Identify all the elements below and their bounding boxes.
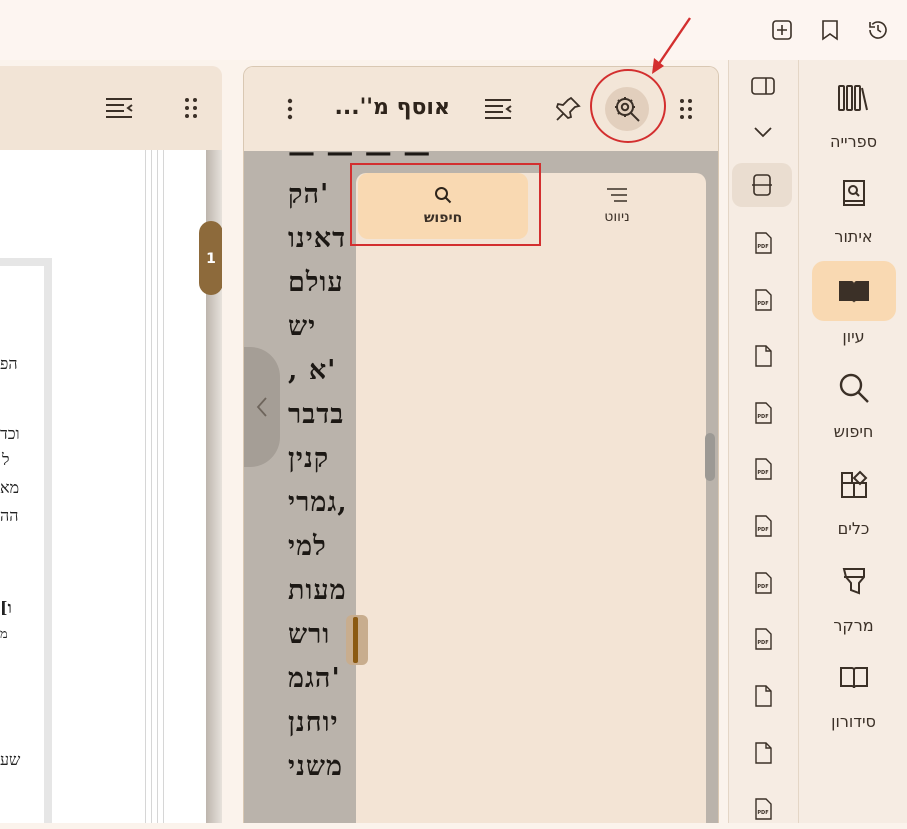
nav-find[interactable]: איתור	[799, 165, 907, 251]
marker-icon	[826, 554, 882, 610]
tab-navigation[interactable]: ניווט	[532, 173, 702, 239]
text-line: ורש	[288, 619, 331, 650]
highlight-circle	[590, 69, 666, 143]
add-tab-icon[interactable]	[770, 18, 794, 42]
toc-icon[interactable]	[104, 96, 134, 124]
pdf-file-icon[interactable]: PDF	[743, 506, 783, 546]
highlight-box	[350, 163, 541, 246]
text-fragment: הפ	[0, 354, 18, 373]
split-view-icon[interactable]	[732, 163, 792, 207]
text-line: למי	[288, 531, 327, 562]
text-line: משני	[288, 751, 343, 782]
find-book-icon	[826, 165, 882, 221]
nav-label: ספרייה	[829, 132, 877, 151]
text-fragment: ל	[2, 450, 10, 469]
chevron-down-icon[interactable]	[743, 112, 783, 152]
text-line: יש	[288, 311, 317, 342]
resize-handle[interactable]	[346, 615, 368, 665]
svg-text:PDF: PDF	[757, 640, 768, 646]
panel-scrollbar[interactable]	[705, 433, 715, 481]
text-line: יוחנן	[288, 707, 339, 738]
pdf-file-icon[interactable]: PDF	[743, 789, 783, 829]
annotation-arrow-icon	[652, 17, 691, 74]
text-line: עולם	[288, 267, 344, 298]
text-line: בדבר	[288, 399, 345, 430]
text-line: הק'	[288, 179, 330, 210]
nav-label: עיון	[842, 327, 865, 346]
siddur-icon	[826, 650, 882, 706]
nav-label: חיפוש	[833, 422, 874, 441]
tab-label: ניווט	[604, 209, 630, 225]
pdf-file-icon[interactable]: PDF	[743, 619, 783, 659]
pin-icon[interactable]	[550, 91, 586, 127]
collapse-panel-handle[interactable]	[244, 347, 280, 467]
reading-icon	[811, 261, 896, 321]
svg-text:PDF: PDF	[757, 244, 768, 250]
text-fragment: [ו	[0, 598, 12, 617]
nav-tools[interactable]: כלים	[799, 457, 907, 543]
page-stack-edge	[142, 150, 168, 823]
top-bar	[0, 0, 907, 60]
text-line: , א'	[288, 355, 337, 386]
svg-text:PDF: PDF	[757, 584, 768, 590]
pdf-file-icon[interactable]: PDF	[743, 563, 783, 603]
text-line: קנין	[288, 443, 330, 474]
left-book-pane: 1 הפ וכד ל מא הה [ו מ שע	[0, 66, 222, 823]
nav-library[interactable]: ספרייה	[799, 70, 907, 156]
search-icon	[826, 360, 882, 416]
toc-icon[interactable]	[480, 91, 516, 127]
library-icon	[826, 70, 882, 126]
more-vert-icon[interactable]	[272, 91, 308, 127]
text-fragment: מ	[0, 627, 8, 642]
text-fragment: הה	[0, 506, 19, 525]
pdf-file-icon[interactable]: PDF	[743, 223, 783, 263]
svg-text:PDF: PDF	[757, 470, 768, 476]
text-fragment: וכד	[0, 424, 20, 443]
nav-marker[interactable]: מרקר	[799, 554, 907, 640]
navigation-icon	[607, 188, 627, 202]
file-icon[interactable]	[743, 733, 783, 773]
panel-toggle-icon[interactable]	[743, 66, 783, 106]
history-icon[interactable]	[866, 18, 890, 42]
drag-handle-icon[interactable]	[184, 96, 198, 124]
nav-rail: ספרייה איתור עיון חיפוש כלים מרקר סידורו…	[798, 60, 907, 823]
svg-text:PDF: PDF	[757, 414, 768, 420]
file-strip: PDF PDF PDF PDF PDF PDF PDF PDF	[728, 60, 799, 823]
drag-handle-icon[interactable]	[668, 91, 704, 127]
book-title[interactable]: אוסף מ''...	[335, 95, 451, 120]
nav-label: איתור	[834, 227, 873, 246]
text-fragment: שע	[0, 750, 21, 769]
pdf-file-icon[interactable]: PDF	[743, 280, 783, 320]
text-line: מעות	[288, 575, 347, 606]
text-line: הגמ'	[288, 663, 341, 694]
tools-icon	[826, 457, 882, 513]
text-line: דאינו	[288, 223, 347, 254]
page-number-badge[interactable]: 1	[199, 221, 222, 295]
svg-text:PDF: PDF	[757, 810, 768, 816]
nav-search[interactable]: חיפוש	[799, 360, 907, 446]
file-icon[interactable]	[743, 336, 783, 376]
left-pane-header	[0, 66, 222, 150]
pdf-file-icon[interactable]: PDF	[743, 449, 783, 489]
svg-text:PDF: PDF	[757, 527, 768, 533]
text-fragment: מא	[0, 478, 20, 497]
nav-reading[interactable]: עיון	[799, 261, 907, 347]
side-panel: ניווט חיפוש	[356, 173, 715, 823]
nav-siddur[interactable]: סידורון	[799, 650, 907, 736]
bookmark-icon[interactable]	[818, 18, 842, 42]
nav-label: כלים	[837, 519, 870, 538]
nav-label: סידורון	[831, 712, 876, 731]
file-icon[interactable]	[743, 676, 783, 716]
svg-text:PDF: PDF	[757, 301, 768, 307]
page-content	[0, 266, 44, 823]
text-line: גמרי,	[288, 487, 348, 518]
nav-label: מרקר	[833, 616, 874, 635]
pdf-file-icon[interactable]: PDF	[743, 393, 783, 433]
